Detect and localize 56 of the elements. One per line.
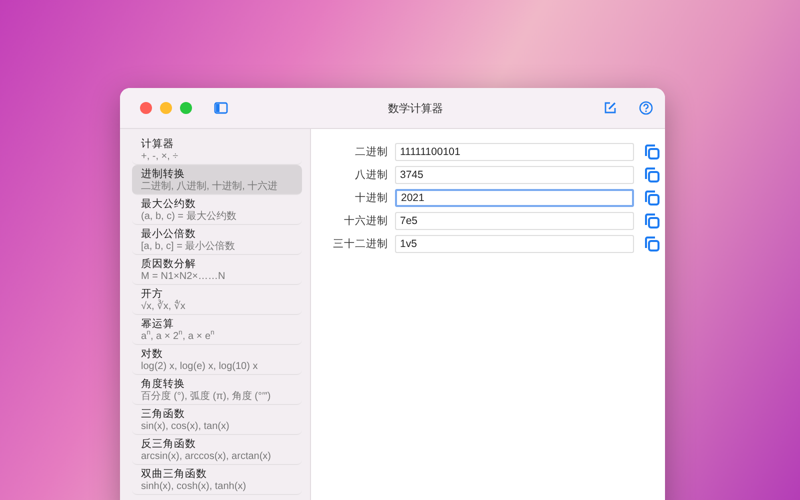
- field-label: 十六进制: [343, 214, 388, 228]
- help-icon[interactable]: [639, 101, 653, 115]
- copy-icon[interactable]: [644, 190, 660, 206]
- sidebar-item[interactable]: 最小公倍数 [a, b, c] = 最小公倍数: [132, 225, 302, 255]
- item-title: 双曲三角函数: [141, 468, 208, 480]
- sidebar-item[interactable]: 质因数分解 M = N1×N2×……N: [132, 255, 302, 285]
- item-subtitle: [a, b, c] = 最小公倍数: [141, 240, 236, 252]
- item-subtitle: sinh(x), cosh(x), tanh(x): [141, 480, 248, 492]
- item-title: 最大公约数: [141, 198, 197, 210]
- zoom-button[interactable]: [180, 102, 192, 114]
- value-field[interactable]: 3745: [395, 166, 634, 184]
- field-label: 三十二进制: [332, 237, 388, 251]
- item-title: 反三角函数: [141, 438, 197, 450]
- sidebar-item[interactable]: 双曲三角函数 sinh(x), cosh(x), tanh(x): [132, 465, 302, 495]
- sidebar-item[interactable]: 对数 log(2) x, log(e) x, log(10) x: [132, 345, 302, 375]
- item-title: 开方: [141, 288, 163, 300]
- item-title: 进制转换: [141, 168, 186, 180]
- close-button[interactable]: [140, 102, 152, 114]
- sidebar-item[interactable]: 三角函数 sin(x), cos(x), tan(x): [132, 405, 302, 435]
- sidebar-item[interactable]: 进制转换 二进制, 八进制, 十进制, 十六进: [132, 165, 302, 195]
- item-title: 幂运算: [141, 318, 175, 330]
- item-subtitle: (a, b, c) = 最大公约数: [141, 210, 238, 222]
- copy-icon[interactable]: [644, 167, 660, 183]
- item-subtitle: 百分度 (°), 弧度 (π), 角度 (°′″): [141, 390, 272, 402]
- item-subtitle: M = N1×N2×……N: [141, 270, 226, 282]
- value-field[interactable]: 2021: [395, 189, 634, 207]
- field-label: 十进制: [354, 191, 388, 205]
- sidebar-item[interactable]: 最大公约数 (a, b, c) = 最大公约数: [132, 195, 302, 225]
- sidebar-toggle-icon[interactable]: [214, 102, 228, 114]
- compose-icon[interactable]: [603, 101, 617, 115]
- copy-icon[interactable]: [644, 236, 660, 252]
- sidebar-item[interactable]: 反三角函数 arcsin(x), arccos(x), arctan(x): [132, 435, 302, 465]
- item-subtitle: arcsin(x), arccos(x), arctan(x): [141, 450, 272, 462]
- item-title: 质因数分解: [141, 258, 197, 270]
- item-title: 三角函数: [141, 408, 186, 420]
- item-title: 计算器: [141, 138, 175, 150]
- sidebar-item[interactable]: 幂运算 a$^{n}$, a × 2$^{n}$, a × e$^{n}$: [132, 315, 302, 345]
- item-subtitle: a$^{n}$, a × 2$^{n}$, a × e$^{n}$: [141, 330, 216, 342]
- sidebar-item[interactable]: 开方 √x, ∛x, ∜x: [132, 285, 302, 315]
- field-label: 二进制: [354, 145, 388, 159]
- item-subtitle: log(2) x, log(e) x, log(10) x: [141, 360, 259, 372]
- value-field[interactable]: 1v5: [395, 235, 634, 253]
- item-subtitle: √x, ∛x, ∜x: [141, 300, 302, 312]
- value-field[interactable]: 7e5: [395, 212, 634, 230]
- window-title: 数学计算器: [387, 102, 444, 116]
- item-title: 角度转换: [141, 378, 186, 390]
- item-subtitle: sin(x), cos(x), tan(x): [141, 420, 230, 432]
- sidebar-item[interactable]: 角度转换 百分度 (°), 弧度 (π), 角度 (°′″): [132, 375, 302, 405]
- item-title: 对数: [141, 348, 164, 360]
- copy-icon[interactable]: [644, 144, 660, 160]
- field-label: 八进制: [354, 168, 388, 182]
- value-field[interactable]: 11111100101: [395, 143, 634, 161]
- item-title: 最小公倍数: [141, 228, 197, 240]
- item-subtitle: +, -, ×, ÷: [141, 150, 180, 162]
- item-subtitle: 二进制, 八进制, 十进制, 十六进: [141, 180, 279, 192]
- copy-icon[interactable]: [644, 213, 660, 229]
